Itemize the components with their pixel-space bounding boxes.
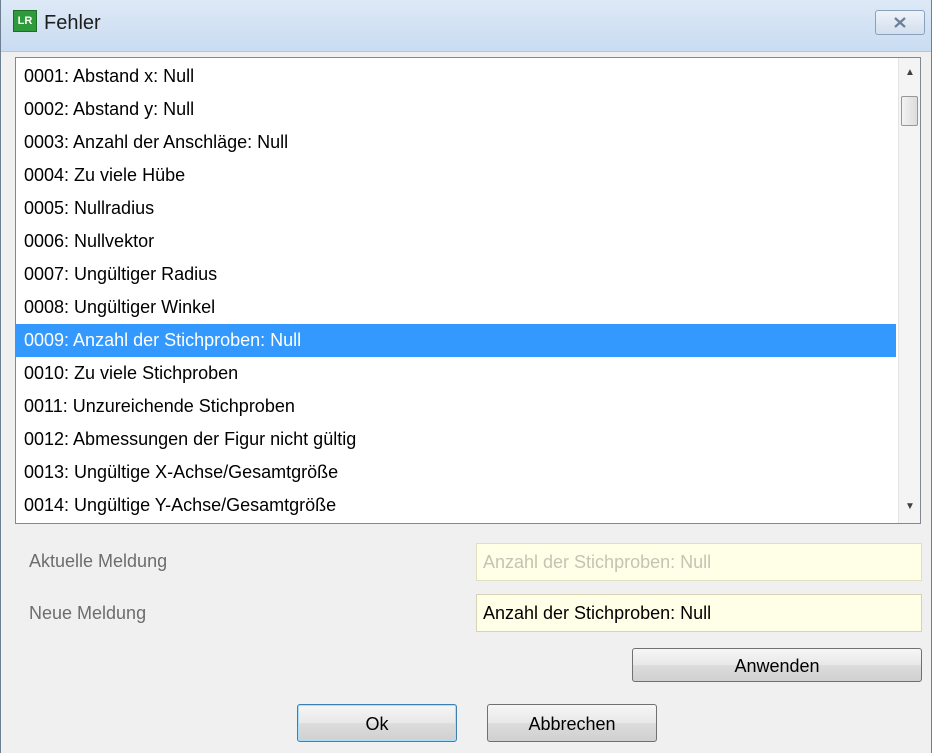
list-item[interactable]: 0001: Abstand x: Null xyxy=(16,60,896,93)
error-dialog: LR Fehler 0001: Abstand x: Null 0002: Abs… xyxy=(0,0,932,753)
list-item[interactable]: 0010: Zu viele Stichproben xyxy=(16,357,896,390)
list-items: 0001: Abstand x: Null 0002: Abstand y: Nu… xyxy=(16,60,896,523)
current-message-field: Anzahl der Stichproben: Null xyxy=(476,543,922,581)
apply-button[interactable]: Anwenden xyxy=(632,648,922,682)
app-icon: LR xyxy=(13,10,37,32)
close-button[interactable] xyxy=(875,10,925,35)
list-item[interactable]: 0008: Ungültiger Winkel xyxy=(16,291,896,324)
list-item[interactable]: 0002: Abstand y: Null xyxy=(16,93,896,126)
list-item[interactable]: 0009: Anzahl der Stichproben: Null xyxy=(16,324,896,357)
scroll-up-icon[interactable]: ▲ xyxy=(899,62,920,84)
close-icon xyxy=(894,17,906,28)
list-item[interactable]: 0015: Achse / Abmessungen nicht gültig, … xyxy=(16,522,896,523)
ok-button[interactable]: Ok xyxy=(297,704,457,742)
list-item[interactable]: 0005: Nullradius xyxy=(16,192,896,225)
error-message-list[interactable]: 0001: Abstand x: Null 0002: Abstand y: Nu… xyxy=(15,57,921,524)
new-message-label: Neue Meldung xyxy=(29,603,147,623)
list-item[interactable]: 0007: Ungültiger Radius xyxy=(16,258,896,291)
list-item[interactable]: 0006: Nullvektor xyxy=(16,225,896,258)
list-item[interactable]: 0011: Unzureichende Stichproben xyxy=(16,390,896,423)
list-item[interactable]: 0004: Zu viele Hübe xyxy=(16,159,896,192)
cancel-button[interactable]: Abbrechen xyxy=(487,704,657,742)
vertical-scrollbar[interactable]: ▲ ▼ xyxy=(898,58,920,523)
list-item[interactable]: 0003: Anzahl der Anschläge: Null xyxy=(16,126,896,159)
list-item[interactable]: 0013: Ungültige X-Achse/Gesamtgröße xyxy=(16,456,896,489)
list-item[interactable]: 0012: Abmessungen der Figur nicht gültig xyxy=(16,423,896,456)
title-bar[interactable]: LR Fehler xyxy=(1,0,931,52)
scroll-down-icon[interactable]: ▼ xyxy=(899,496,920,518)
new-message-field[interactable]: Anzahl der Stichproben: Null xyxy=(476,594,922,632)
scroll-thumb[interactable] xyxy=(901,96,918,126)
list-item[interactable]: 0014: Ungültige Y-Achse/Gesamtgröße xyxy=(16,489,896,522)
current-message-label: Aktuelle Meldung xyxy=(29,551,168,571)
window-title: Fehler xyxy=(44,12,101,34)
